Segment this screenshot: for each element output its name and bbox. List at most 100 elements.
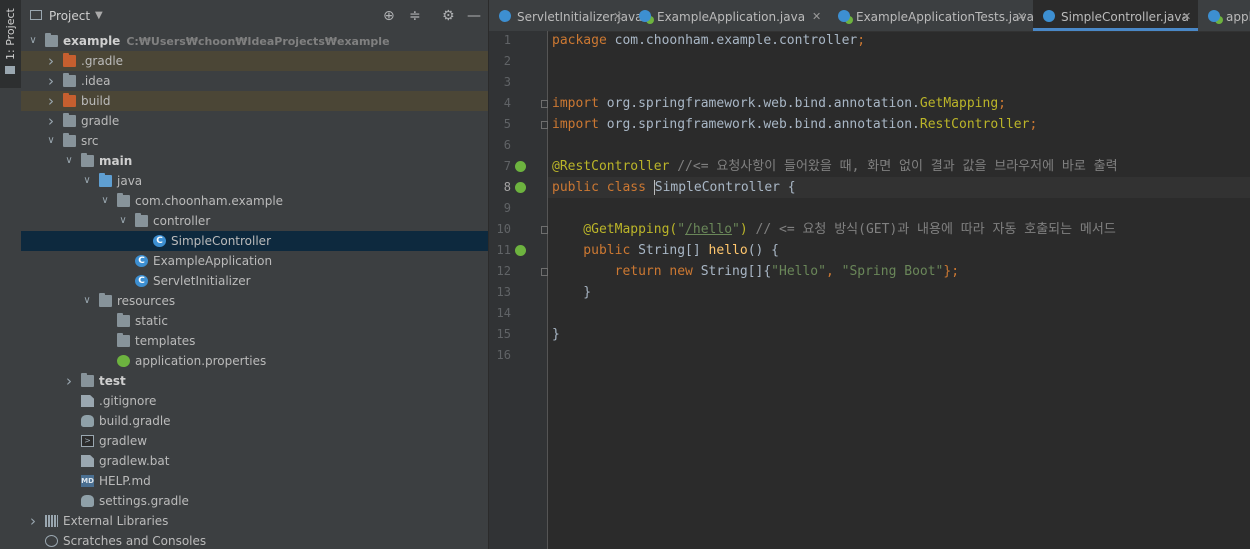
- close-icon[interactable]: ✕: [613, 0, 622, 31]
- package-icon: [117, 193, 130, 207]
- tree-item[interactable]: gradlew.bat: [21, 451, 488, 471]
- code-token: };: [943, 264, 960, 279]
- code-token: // <= 요청 방식(GET)과 내용에 따라 자동 호출되는 메서드: [755, 222, 1116, 237]
- tree-item[interactable]: build.gradle: [21, 411, 488, 431]
- tree-item[interactable]: application.properties: [21, 351, 488, 371]
- code-token: return new: [552, 264, 701, 279]
- chevron-right-icon[interactable]: ›: [63, 371, 75, 391]
- chevron-right-icon[interactable]: ›: [27, 511, 39, 531]
- tree-item-text: Scratches and Consoles: [63, 534, 207, 548]
- editor-tab[interactable]: ServletInitializer.java ✕: [489, 0, 642, 31]
- chevron-down-icon[interactable]: ∨: [99, 191, 111, 211]
- fold-icon[interactable]: [541, 268, 548, 276]
- tree-item-label: example C:₩Users₩choon₩IdeaProjects₩examp…: [63, 31, 390, 52]
- close-icon[interactable]: ✕: [1182, 0, 1191, 31]
- tree-item[interactable]: ∨ main: [21, 151, 488, 171]
- tree-item[interactable]: .gitignore: [21, 391, 488, 411]
- tree-item[interactable]: MD HELP.md: [21, 471, 488, 491]
- tree-item[interactable]: templates: [21, 331, 488, 351]
- tree-item-text: .gradle: [81, 54, 124, 68]
- code-token: String[]{: [700, 264, 772, 279]
- chevron-down-icon[interactable]: ∨: [63, 151, 75, 171]
- fold-icon[interactable]: [541, 121, 548, 129]
- tree-item-text: build: [81, 94, 111, 108]
- package-icon: [135, 213, 148, 227]
- scratches-icon: [45, 535, 58, 547]
- tree-item-label: External Libraries: [63, 511, 168, 531]
- tree-item-text: .gitignore: [99, 394, 157, 408]
- fold-icon[interactable]: [541, 226, 548, 234]
- tree-item[interactable]: ∨ java: [21, 171, 488, 191]
- tree-item-text: test: [99, 374, 126, 388]
- gradle-icon: [81, 415, 94, 427]
- line-number: 7: [503, 159, 511, 173]
- tree-item[interactable]: › .idea: [21, 71, 488, 91]
- tool-window-stripe: 1: Project: [0, 0, 22, 549]
- chevron-down-icon[interactable]: ∨: [117, 211, 129, 231]
- code-token: GetMapping: [919, 96, 999, 111]
- chevron-down-icon[interactable]: ∨: [45, 131, 57, 151]
- folder-icon: [5, 66, 15, 74]
- tree-item[interactable]: C ExampleApplication: [21, 251, 488, 271]
- tree-item[interactable]: › .gradle: [21, 51, 488, 71]
- chevron-down-icon[interactable]: ∨: [27, 31, 39, 51]
- spring-bean-icon[interactable]: [515, 161, 526, 172]
- chevron-right-icon[interactable]: ›: [45, 51, 57, 71]
- fold-icon[interactable]: [541, 100, 548, 108]
- project-tree: ∨ example C:₩Users₩choon₩IdeaProjects₩exam…: [21, 31, 488, 549]
- spring-bean-icon[interactable]: [515, 245, 526, 256]
- folder-icon: [63, 113, 76, 127]
- tree-item-label: HELP.md: [99, 471, 151, 491]
- editor-tab[interactable]: ExampleApplicationTests.java ✕: [828, 0, 1034, 31]
- tree-item-label: gradlew.bat: [99, 451, 169, 471]
- chevron-down-icon[interactable]: ∨: [81, 291, 93, 311]
- tree-item-label: SimpleController: [171, 231, 271, 251]
- spring-bean-icon[interactable]: [515, 182, 526, 193]
- collapse-all-icon[interactable]: ≑: [409, 0, 421, 32]
- tree-item[interactable]: ∨ com.choonham.example: [21, 191, 488, 211]
- chevron-down-icon[interactable]: ▼: [95, 0, 103, 32]
- tree-item[interactable]: ∨ resources: [21, 291, 488, 311]
- project-panel: Project ▼ ⊕ ≑ ⚙ — ∨ example C:₩Users₩choon…: [21, 0, 489, 549]
- close-icon[interactable]: ✕: [812, 0, 821, 31]
- line-number: 14: [496, 306, 511, 320]
- gear-icon[interactable]: ⚙: [442, 0, 455, 32]
- tree-item-label: gradlew: [99, 431, 147, 451]
- locate-icon[interactable]: ⊕: [383, 0, 395, 32]
- tree-item[interactable]: Scratches and Consoles: [21, 531, 488, 549]
- tree-item[interactable]: > gradlew: [21, 431, 488, 451]
- line-number: 6: [503, 138, 511, 152]
- tree-item[interactable]: ∨ example C:₩Users₩choon₩IdeaProjects₩exam…: [21, 31, 488, 51]
- tree-item[interactable]: C SimpleController: [21, 231, 488, 251]
- spring-properties-icon: [117, 355, 130, 367]
- project-tool-tab[interactable]: 1: Project: [0, 0, 21, 88]
- code-token: () {: [747, 243, 779, 258]
- editor-tab-label: ExampleApplication.java: [657, 10, 806, 24]
- chevron-right-icon[interactable]: ›: [45, 111, 57, 131]
- hide-icon[interactable]: —: [467, 0, 481, 32]
- tree-item[interactable]: static: [21, 311, 488, 331]
- code-editor[interactable]: package com.choonham.example.controller;…: [548, 31, 1250, 549]
- code-line: import org.springframework.web.bind.anno…: [552, 114, 1037, 135]
- tree-item[interactable]: ∨ src: [21, 131, 488, 151]
- tree-item[interactable]: ∨ controller: [21, 211, 488, 231]
- editor-tab[interactable]: ExampleApplication.java ✕: [629, 0, 828, 31]
- code-line: import org.springframework.web.bind.anno…: [552, 93, 1006, 114]
- chevron-right-icon[interactable]: ›: [45, 71, 57, 91]
- project-view-selector[interactable]: Project: [49, 0, 90, 32]
- tree-item[interactable]: › build: [21, 91, 488, 111]
- tree-item[interactable]: › test: [21, 371, 488, 391]
- chevron-down-icon[interactable]: ∨: [81, 171, 93, 191]
- editor-tab[interactable]: appl: [1198, 0, 1250, 31]
- close-icon[interactable]: ✕: [1017, 0, 1026, 31]
- tree-item-text: gradlew: [99, 434, 148, 448]
- tree-item[interactable]: › External Libraries: [21, 511, 488, 531]
- editor-tab[interactable]: SimpleController.java ✕: [1033, 0, 1198, 31]
- code-token: SimpleController: [653, 180, 780, 195]
- chevron-right-icon[interactable]: ›: [45, 91, 57, 111]
- tree-item[interactable]: › gradle: [21, 111, 488, 131]
- line-number: 12: [496, 264, 511, 278]
- tree-item[interactable]: settings.gradle: [21, 491, 488, 511]
- line-number: 13: [496, 285, 511, 299]
- tree-item[interactable]: C ServletInitializer: [21, 271, 488, 291]
